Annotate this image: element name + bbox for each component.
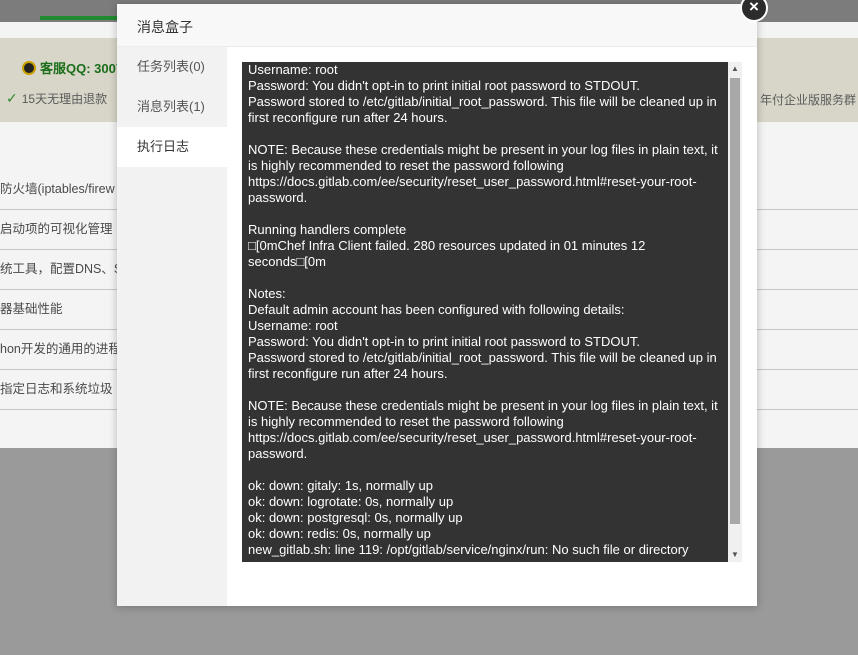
dialog-title: 消息盒子 [137,19,193,35]
tab-task-list[interactable]: 任务列表(0) [117,47,227,87]
tab-message-list[interactable]: 消息列表(1) [117,87,227,127]
message-box-dialog: 消息盒子 任务列表(0) 消息列表(1) 执行日志 Username: root… [117,4,757,606]
active-tab-indicator [40,16,125,20]
service-group-text: 年付企业版服务群 [760,93,857,107]
refund-label: 15天无理由退款 [21,92,108,106]
qq-support: 客服QQ: 3007 [22,58,123,77]
qq-penguin-icon [22,60,36,75]
log-scrollbar[interactable]: ▲ ▼ [728,62,742,562]
check-icon: ✓ [6,90,18,106]
dialog-header: 消息盒子 [117,4,757,47]
refund-note: ✓ 15天无理由退款 [6,90,107,107]
scroll-up-arrow-icon[interactable]: ▲ [728,62,742,76]
execution-log-panel[interactable]: Username: root Password: You didn't opt-… [242,62,742,562]
scroll-thumb[interactable] [730,78,740,524]
scroll-down-arrow-icon[interactable]: ▼ [728,548,742,562]
dialog-sidebar: 任务列表(0) 消息列表(1) 执行日志 [117,47,227,606]
tab-execution-log[interactable]: 执行日志 [117,127,227,167]
qq-label: 客服QQ: 3007 [40,61,124,76]
execution-log-text: Username: root Password: You didn't opt-… [248,62,718,557]
